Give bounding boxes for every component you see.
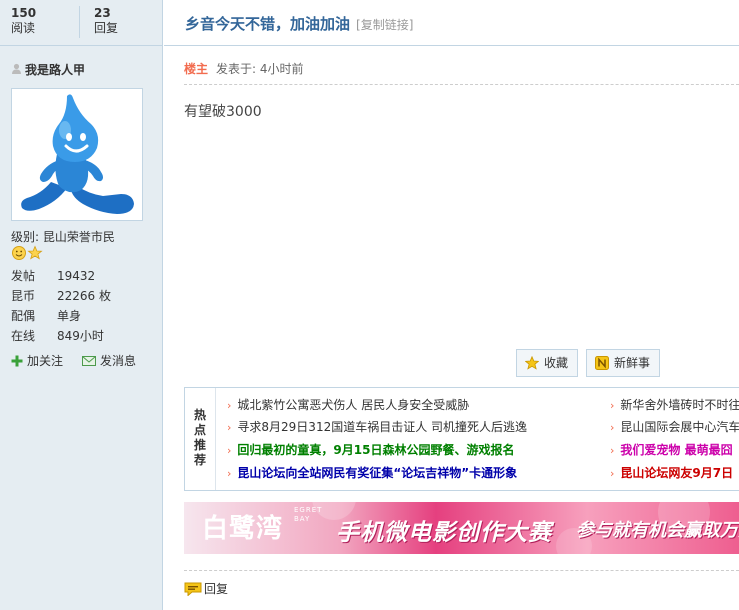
post-time: 发表于: 4小时前 [216, 62, 304, 76]
hot-item-link[interactable]: 城北紫竹公寓恶犬伤人 居民人身安全受威胁 [237, 398, 469, 412]
replies-count: 23 [94, 6, 111, 20]
send-message-label: 发消息 [100, 354, 137, 368]
hot-label-char: 荐 [193, 453, 206, 467]
hot-item-left[interactable]: › 昆山论坛向全站网民有奖征集“论坛吉祥物”卡通形象 [227, 462, 517, 484]
news-icon [595, 356, 609, 370]
bullet-arrow-icon: › [610, 421, 615, 434]
meta-divider [184, 84, 739, 85]
hot-item-right[interactable]: › 新华舍外墙砖时不时往下 [610, 394, 739, 416]
envelope-icon [82, 356, 96, 366]
online-status-icon [12, 63, 21, 74]
replies-label: 回复 [94, 21, 119, 35]
banner-tagline: 参与就有机会赢取万元 [576, 520, 739, 541]
author-level: 级别: 昆山荣誉市民 [11, 230, 115, 244]
author-name-row: 我是路人甲 [11, 61, 85, 78]
thread-title: 乡音今天不错，加油加油 [185, 15, 351, 33]
bullet-arrow-icon: › [227, 467, 232, 480]
favorite-button[interactable]: 收藏 [516, 349, 579, 377]
banner-headline: 手机微电影创作大赛 [336, 520, 552, 546]
hot-item-left[interactable]: › 回归最初的童真，9月15日森林公园野餐、游戏报名 [227, 439, 514, 461]
follow-label: 加关注 [27, 354, 64, 368]
author-online-value: 849小时 [57, 329, 104, 343]
bullet-arrow-icon: › [227, 399, 232, 412]
hot-label-char: 推 [193, 438, 206, 452]
copy-link-button[interactable]: [复制链接] [356, 18, 413, 32]
author-sidebar: 150 阅读 23 回复 我是路人甲 级别: 昆山荣誉市民 发帖 19432 昆… [0, 0, 163, 610]
views-label: 阅读 [11, 21, 36, 35]
op-badge: 楼主 [184, 62, 209, 76]
author-name[interactable]: 我是路人甲 [25, 63, 85, 77]
author-spouse-value: 单身 [57, 309, 82, 323]
hot-item-left[interactable]: › 寻求8月29日312国道车祸目击证人 司机撞死人后逃逸 [227, 416, 527, 438]
banner-brand: 白鹭湾 [202, 514, 284, 544]
author-coins-row: 昆币 22266 枚 [11, 287, 111, 305]
reply-label: 回复 [204, 582, 229, 596]
author-online-key: 在线 [11, 329, 36, 343]
views-stat: 150 阅读 [11, 6, 36, 36]
hot-item-right[interactable]: › 昆山国际会展中心汽车展 [610, 416, 739, 438]
plus-icon [11, 355, 23, 367]
hot-item-link[interactable]: 我们爱宠物 最萌最囧 [620, 443, 732, 457]
send-message-button[interactable]: 发消息 [82, 352, 136, 369]
hot-recommend-label: 热 点 推 荐 [185, 388, 216, 490]
level-badges [11, 245, 43, 264]
views-count: 150 [11, 6, 37, 20]
share-label: 新鲜事 [614, 356, 651, 370]
hot-item-link[interactable]: 新华舍外墙砖时不时往下 [620, 398, 739, 412]
hot-item-right[interactable]: › 昆山论坛网友9月7日 [610, 462, 733, 484]
bullet-arrow-icon: › [227, 421, 232, 434]
avatar[interactable] [11, 88, 143, 221]
share-button[interactable]: 新鲜事 [586, 349, 661, 377]
star-icon [524, 355, 540, 370]
post-meta: 楼主 发表于: 4小时前 [184, 60, 304, 77]
author-posts-row: 发帖 19432 [11, 267, 95, 285]
thread-title-bar: 乡音今天不错，加油加油 [复制链接] [164, 0, 739, 46]
reply-divider [184, 570, 739, 571]
bullet-arrow-icon: › [227, 444, 232, 457]
thread-stats: 150 阅读 23 回复 [0, 0, 162, 46]
hot-item-link[interactable]: 寻求8月29日312国道车祸目击证人 司机撞死人后逃逸 [237, 420, 527, 434]
reply-button[interactable]: 回复 [184, 580, 228, 597]
speech-bubble-icon [184, 582, 202, 597]
author-coins-value: 22266 枚 [57, 289, 111, 303]
replies-stat: 23 回复 [94, 6, 118, 36]
author-posts-value: 19432 [57, 269, 96, 283]
banner-brand-en: EGRET BAY [294, 506, 323, 523]
level-badge-icon [12, 245, 43, 260]
author-spouse-key: 配偶 [11, 309, 36, 323]
author-coins-key: 昆币 [11, 289, 36, 303]
bullet-arrow-icon: › [610, 444, 615, 457]
author-posts-key: 发帖 [11, 269, 36, 283]
hot-item-link[interactable]: 昆山国际会展中心汽车展 [620, 420, 739, 434]
thread-title-row: 乡音今天不错，加油加油 [复制链接] [185, 13, 413, 34]
hot-item-right[interactable]: › 我们爱宠物 最萌最囧 [610, 439, 733, 461]
post-content: 有望破3000 [184, 104, 262, 120]
hot-item-left[interactable]: › 城北紫竹公寓恶犬伤人 居民人身安全受威胁 [227, 394, 469, 416]
hot-item-link[interactable]: 昆山论坛向全站网民有奖征集“论坛吉祥物”卡通形象 [237, 466, 517, 480]
bullet-arrow-icon: › [610, 467, 615, 480]
author-spouse-row: 配偶 单身 [11, 307, 81, 325]
mascot-avatar-image [13, 90, 141, 219]
hot-item-link[interactable]: 回归最初的童真，9月15日森林公园野餐、游戏报名 [237, 443, 514, 457]
hot-label-char: 点 [193, 423, 206, 437]
author-online-row: 在线 849小时 [11, 327, 104, 345]
bullet-arrow-icon: › [610, 399, 615, 412]
hot-item-link[interactable]: 昆山论坛网友9月7日 [620, 466, 733, 480]
hot-recommend-box: 热 点 推 荐 › 城北紫竹公寓恶犬伤人 居民人身安全受威胁 › 寻求8月29日312… [184, 387, 739, 491]
favorite-label: 收藏 [544, 356, 569, 370]
stats-divider [79, 6, 80, 38]
follow-button[interactable]: 加关注 [11, 352, 63, 369]
ad-banner[interactable]: 白鹭湾 EGRET BAY 手机微电影创作大赛 参与就有机会赢取万元 [184, 502, 739, 554]
hot-label-char: 热 [193, 408, 206, 422]
